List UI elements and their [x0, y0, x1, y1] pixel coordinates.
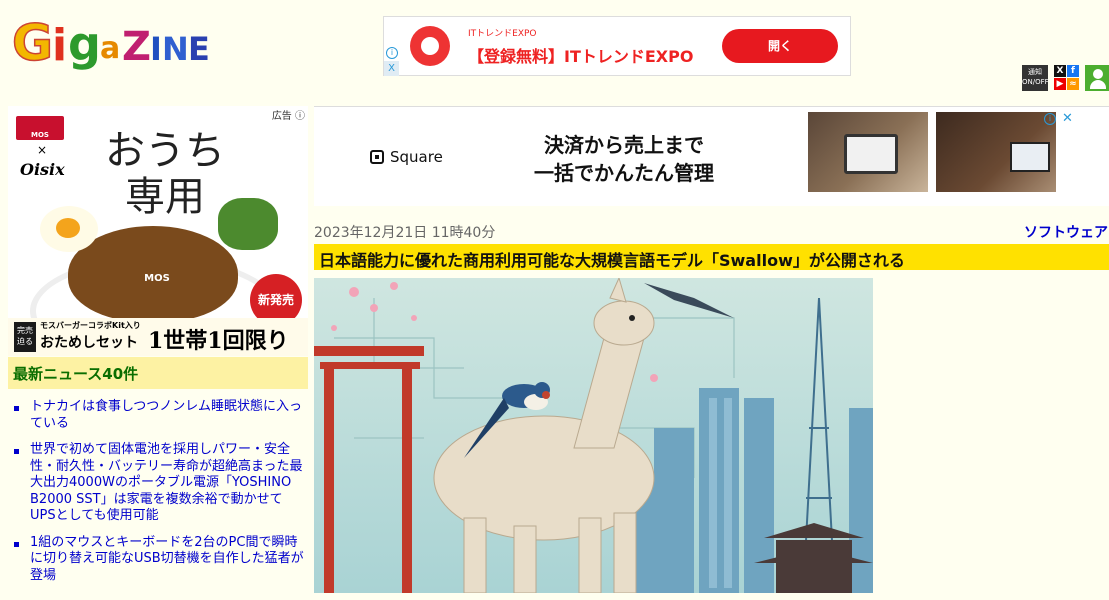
side-ad[interactable]: 広告 ⓘ MOS BURGER × Oisix おうち専用 MOS BURGER…	[8, 106, 308, 356]
svg-text:G: G	[12, 14, 53, 72]
ad-offer-strip: 完売迫る モスバーガーコラボKit入り おためしセット 1世帯1回限り	[8, 318, 308, 356]
tagline-line-1: 決済から売上まで	[544, 133, 704, 157]
food-brand-mark: MOS BURGER	[134, 273, 180, 350]
ad-title: 【登録無料】ITトレンドEXPO	[468, 47, 694, 66]
square-banner-ad[interactable]: Square 決済から売上まで 一括でかんたん管理 i ✕	[314, 106, 1109, 206]
article-title-bar: 日本語能力に優れた商用利用可能な大規模言語モデル「Swallow」が公開される	[314, 244, 1109, 270]
article-hero-image	[314, 278, 873, 593]
ad-info-icon[interactable]: i	[386, 47, 398, 59]
facebook-icon[interactable]: f	[1067, 65, 1079, 77]
list-item[interactable]: トナカイは食事しつつノンレム睡眠状態に入っている	[8, 399, 308, 432]
svg-text:E: E	[188, 30, 210, 68]
square-logo-icon	[370, 150, 384, 164]
offer-limit: 1世帯1回限り	[148, 328, 289, 354]
news-link[interactable]: 1組のマウスとキーボードを2台のPC間で瞬時に切り替え可能なUSB切替機を自作し…	[30, 535, 304, 583]
svg-text:g: g	[68, 17, 101, 71]
offer-sub: モスバーガーコラボKit入り	[40, 321, 141, 330]
oisix-logo: Oisix	[20, 160, 65, 179]
list-item[interactable]: 1組のマウスとキーボードを2台のPC間で瞬時に切り替え可能なUSB切替機を自作し…	[8, 535, 308, 585]
banner-photo-shop	[936, 112, 1056, 192]
news-link[interactable]: 世界で初めて固体電池を採用しパワー・安全性・耐久性・バッテリー寿命が超絶高まった…	[30, 442, 302, 523]
expo-logo-icon	[410, 26, 450, 66]
limited-badge: 完売迫る	[14, 322, 36, 352]
llama-swallow-illustration	[314, 278, 873, 593]
svg-text:N: N	[162, 30, 189, 68]
banner-photo-terminal	[808, 112, 928, 192]
salad-image	[218, 198, 278, 250]
top-banner-ad[interactable]: ITトレンドEXPO 【登録無料】ITトレンドEXPO 開く i X	[383, 16, 851, 76]
tagline-line-2: 一括でかんたん管理	[534, 161, 714, 185]
mos-burger-logo: MOS BURGER	[16, 116, 64, 177]
latest-news-header: 最新ニュース40件	[8, 357, 308, 389]
ad-label[interactable]: 広告 ⓘ	[272, 107, 305, 122]
sns-icons[interactable]: X f ▶ ≈	[1054, 65, 1080, 91]
notify-sub: ON/OFF	[1022, 78, 1049, 86]
ad-info-icon[interactable]: i	[1044, 113, 1056, 125]
ad-headline: おうち専用	[105, 128, 225, 220]
collab-cross: ×	[37, 143, 48, 157]
news-link[interactable]: トナカイは食事しつつノンレム睡眠状態に入っている	[30, 399, 302, 431]
banner-tagline: 決済から売上まで 一括でかんたん管理	[524, 131, 724, 187]
egg-image	[40, 206, 98, 252]
ad-small-text: ITトレンドEXPO	[468, 29, 537, 39]
gigazine-logo-icon: G i g a Z I N E	[11, 13, 210, 73]
list-item[interactable]: 世界で初めて固体電池を採用しパワー・安全性・耐久性・バッテリー寿命が超絶高まった…	[8, 442, 308, 525]
svg-text:I: I	[150, 30, 162, 68]
svg-text:a: a	[100, 31, 120, 66]
latest-news-list: トナカイは食事しつつノンレム睡眠状態に入っている 世界で初めて固体電池を採用しパ…	[8, 399, 308, 594]
rss-icon[interactable]: ≈	[1067, 78, 1079, 90]
user-account-icon[interactable]	[1085, 65, 1109, 91]
site-logo[interactable]: G i g a Z I N E	[10, 10, 220, 73]
article-date: 2023年12月21日 11時40分	[314, 225, 496, 241]
article-category-link[interactable]: ソフトウェア	[1024, 222, 1108, 242]
ad-open-button[interactable]: 開く	[722, 29, 838, 63]
svg-text:i: i	[52, 20, 67, 71]
ad-close-icon[interactable]: ✕	[1062, 111, 1073, 126]
notify-label: 通知	[1028, 68, 1042, 76]
article-title[interactable]: 日本語能力に優れた商用利用可能な大規模言語モデル「Swallow」が公開される	[314, 244, 1109, 271]
x-icon[interactable]: X	[1054, 65, 1066, 77]
notification-toggle-icon[interactable]: 通知 ON/OFF	[1022, 65, 1049, 91]
square-brand: Square	[390, 148, 443, 166]
youtube-icon[interactable]: ▶	[1054, 78, 1066, 90]
svg-text:Z: Z	[122, 24, 151, 70]
ad-close-icon[interactable]: X	[384, 61, 399, 76]
offer-set: おためしセット	[40, 335, 138, 351]
